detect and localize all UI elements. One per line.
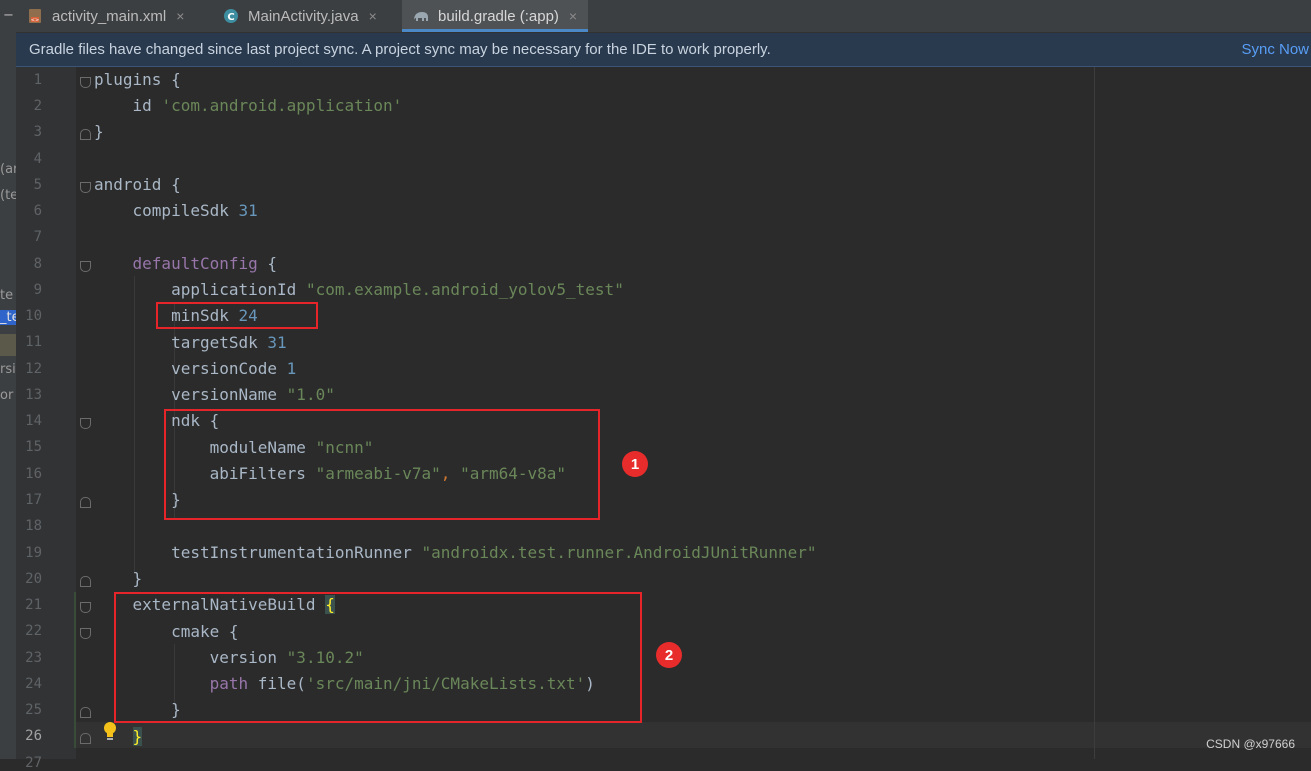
line-number: 27 bbox=[25, 755, 42, 771]
line-number: 9 bbox=[33, 282, 42, 298]
line-number: 11 bbox=[25, 334, 42, 350]
line-number: 3 bbox=[33, 124, 42, 140]
line-number: 23 bbox=[25, 650, 42, 666]
line-number: 17 bbox=[25, 492, 42, 508]
xml-layout-icon: <> bbox=[26, 7, 44, 25]
annotation-badge-1: 1 bbox=[622, 451, 648, 477]
banner-message: Gradle files have changed since last pro… bbox=[29, 41, 771, 58]
annotation-box-external-native-build bbox=[114, 592, 642, 723]
project-panel-edge: − (ar (te te _te rsi or a bbox=[0, 0, 16, 759]
line-number: 12 bbox=[25, 361, 42, 377]
line-number: 8 bbox=[33, 256, 42, 272]
tab-activity-main-xml[interactable]: <> activity_main.xml × bbox=[16, 0, 212, 32]
line-number: 13 bbox=[25, 387, 42, 403]
code-line-12: versionCode 1 bbox=[171, 359, 297, 378]
panel-highlight bbox=[0, 334, 16, 356]
annotation-box-ndk bbox=[164, 409, 600, 520]
code-line-3: } bbox=[94, 122, 104, 141]
tab-label: activity_main.xml bbox=[52, 7, 167, 25]
panel-fragment: rsi bbox=[0, 362, 16, 377]
tab-label: MainActivity.java bbox=[248, 7, 359, 25]
panel-fragment: (te bbox=[0, 188, 16, 203]
code-line-9: applicationId "com.example.android_yolov… bbox=[171, 280, 624, 299]
svg-text:<>: <> bbox=[31, 18, 39, 24]
code-line-1: plugins { bbox=[94, 70, 181, 89]
tab-label: build.gradle (:app) bbox=[438, 7, 559, 25]
line-number: 20 bbox=[25, 571, 42, 587]
line-number: 1 bbox=[33, 72, 42, 88]
code-line-5: android { bbox=[94, 175, 181, 194]
watermark: CSDN @x97666 bbox=[1206, 737, 1295, 751]
editor-tab-bar: <> activity_main.xml × C MainActivity.ja… bbox=[16, 0, 1311, 33]
panel-fragment-selected[interactable]: _te bbox=[0, 310, 16, 325]
code-line-6: compileSdk 31 bbox=[132, 201, 258, 220]
line-number: 7 bbox=[33, 229, 42, 245]
java-class-icon: C bbox=[222, 7, 240, 25]
line-number: 14 bbox=[25, 413, 42, 429]
annotation-box-minsdk bbox=[156, 302, 318, 329]
line-number: 15 bbox=[25, 439, 42, 455]
code-line-26: } bbox=[132, 727, 143, 746]
code-line-20: } bbox=[132, 569, 143, 588]
code-line-13: versionName "1.0" bbox=[171, 385, 335, 404]
close-icon[interactable]: × bbox=[369, 8, 377, 24]
line-number: 21 bbox=[25, 597, 42, 613]
code-line-11: targetSdk 31 bbox=[171, 333, 287, 352]
panel-fragment: te bbox=[0, 288, 14, 303]
code-line-2: id 'com.android.application' bbox=[132, 96, 403, 115]
close-icon[interactable]: × bbox=[176, 8, 184, 24]
tab-build-gradle-app[interactable]: build.gradle (:app) × bbox=[402, 0, 588, 32]
line-number: 2 bbox=[33, 98, 42, 114]
sync-now-link[interactable]: Sync Now bbox=[1241, 41, 1309, 58]
line-number-current: 26 bbox=[25, 728, 42, 744]
line-number: 24 bbox=[25, 676, 42, 692]
annotation-badge-2: 2 bbox=[656, 642, 682, 668]
panel-fragment: or a bbox=[0, 388, 16, 403]
code-line-8: defaultConfig { bbox=[132, 254, 278, 273]
panel-fragment: (ar bbox=[0, 162, 16, 177]
line-number: 10 bbox=[25, 308, 42, 324]
panel-collapse-icon[interactable]: − bbox=[3, 8, 14, 23]
close-icon[interactable]: × bbox=[569, 8, 577, 24]
tab-main-activity-java[interactable]: C MainActivity.java × bbox=[212, 0, 402, 32]
line-number: 22 bbox=[25, 623, 42, 639]
line-number: 5 bbox=[33, 177, 42, 193]
line-number: 16 bbox=[25, 466, 42, 482]
gradle-sync-banner: Gradle files have changed since last pro… bbox=[16, 33, 1311, 67]
line-number: 4 bbox=[33, 151, 42, 167]
line-number: 19 bbox=[25, 545, 42, 561]
line-number: 6 bbox=[33, 203, 42, 219]
gradle-elephant-icon bbox=[412, 7, 430, 25]
line-number: 25 bbox=[25, 702, 42, 718]
svg-text:C: C bbox=[227, 12, 234, 23]
line-number-gutter: 1 2 3 4 5 6 7 8 9 10 11 12 13 14 15 16 1… bbox=[16, 67, 116, 771]
line-number: 18 bbox=[25, 518, 42, 534]
code-line-19: testInstrumentationRunner "androidx.test… bbox=[171, 543, 817, 562]
